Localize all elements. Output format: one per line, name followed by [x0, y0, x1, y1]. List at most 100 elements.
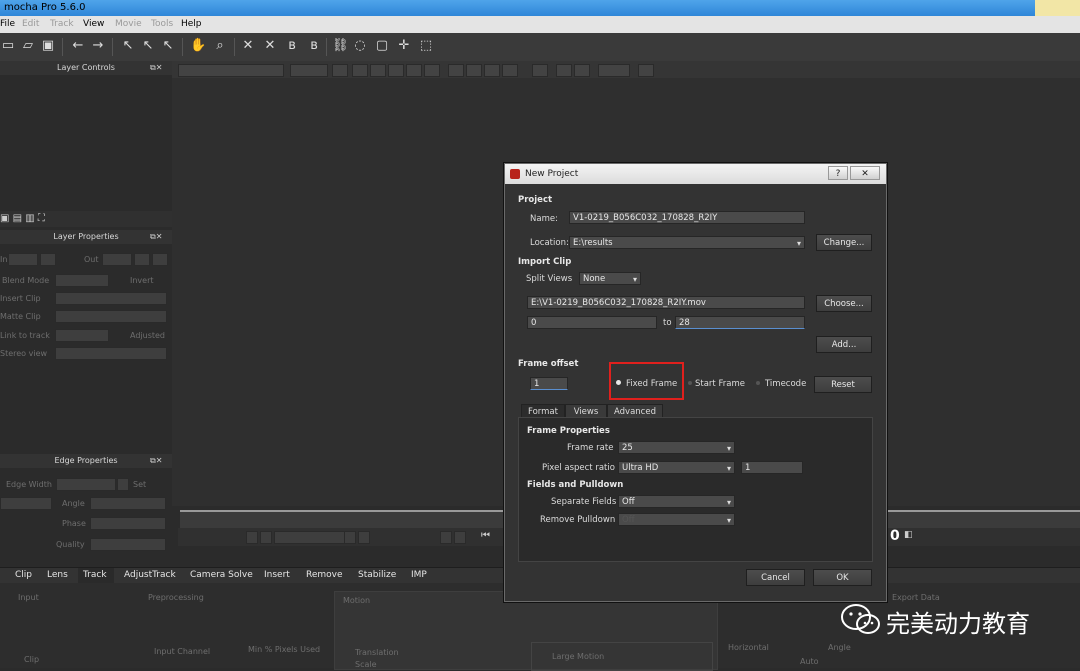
- menu-track[interactable]: Track: [50, 19, 74, 29]
- viewer-tool-9[interactable]: [484, 64, 500, 77]
- new-file-icon[interactable]: ▭: [0, 38, 16, 54]
- viewer-tool-12[interactable]: [556, 64, 572, 77]
- split-views-select[interactable]: None: [579, 272, 641, 286]
- bspline-tool-icon[interactable]: ʙ: [284, 38, 300, 54]
- lasso-icon[interactable]: ◌: [352, 38, 368, 54]
- panel-float-icon[interactable]: ⧉✕: [150, 63, 162, 73]
- redo-arrow-icon[interactable]: →: [90, 38, 106, 54]
- close-button[interactable]: ✕: [850, 166, 880, 180]
- link-to-track-select[interactable]: [55, 329, 109, 342]
- hand-pan-icon[interactable]: ✋: [190, 38, 206, 54]
- view-select[interactable]: [178, 64, 284, 77]
- out-field[interactable]: [102, 253, 132, 266]
- matte-clip-select[interactable]: [55, 310, 167, 323]
- select-pointer-icon[interactable]: ↖: [120, 38, 136, 54]
- choose-button[interactable]: Choose...: [816, 295, 872, 312]
- insert-clip-select[interactable]: [55, 292, 167, 305]
- timecode-label[interactable]: Timecode: [765, 379, 806, 389]
- start-frame-label[interactable]: Start Frame: [695, 379, 745, 389]
- menu-movie[interactable]: Movie: [115, 19, 142, 29]
- viewer-tool-5[interactable]: [406, 64, 422, 77]
- stereo-view-select[interactable]: [55, 347, 167, 360]
- viewer-tool-15[interactable]: [638, 64, 654, 77]
- menu-edit[interactable]: Edit: [22, 19, 39, 29]
- panel-float-icon[interactable]: ⧉✕: [150, 456, 162, 466]
- angle-field[interactable]: [90, 497, 166, 510]
- in-frame-field[interactable]: [274, 531, 346, 544]
- edge-width-field[interactable]: [56, 478, 116, 491]
- jump-start-icon[interactable]: ⏮: [481, 530, 490, 541]
- prev-key-button[interactable]: [440, 531, 452, 544]
- frame-rate-select[interactable]: 25: [618, 441, 735, 455]
- channel-select[interactable]: [290, 64, 328, 77]
- tab-track[interactable]: Track: [83, 570, 107, 580]
- pixel-aspect-input[interactable]: 1: [741, 461, 803, 474]
- start-frame-radio[interactable]: [688, 381, 692, 385]
- viewer-tool-10[interactable]: [502, 64, 518, 77]
- help-button[interactable]: ?: [828, 166, 848, 180]
- out-point-button[interactable]: [260, 531, 272, 544]
- in-set-button[interactable]: [40, 253, 56, 266]
- menu-tools[interactable]: Tools: [151, 19, 173, 29]
- next-key-button[interactable]: [454, 531, 466, 544]
- select-add-icon[interactable]: ↖: [160, 38, 176, 54]
- panel-float-icon[interactable]: ⧉✕: [150, 232, 162, 242]
- tab-remove[interactable]: Remove: [306, 570, 343, 580]
- tab-stabilize[interactable]: Stabilize: [358, 570, 396, 580]
- tab-lens[interactable]: Lens: [47, 570, 68, 580]
- zoom-icon[interactable]: ⌕: [212, 38, 228, 54]
- rect-select-icon[interactable]: ▢: [374, 38, 390, 54]
- tab-imp[interactable]: IMP: [411, 570, 427, 580]
- ok-button[interactable]: OK: [813, 569, 872, 586]
- phase-field[interactable]: [90, 517, 166, 530]
- location-select[interactable]: E:\results: [569, 236, 805, 250]
- edge-mode-field[interactable]: [0, 497, 52, 510]
- edge-width-toggle[interactable]: [117, 478, 129, 491]
- out-set-button[interactable]: [134, 253, 150, 266]
- open-folder-icon[interactable]: ▱: [20, 38, 36, 54]
- viewer-tool-2[interactable]: [352, 64, 368, 77]
- change-button[interactable]: Change...: [816, 234, 872, 251]
- viewer-tool-7[interactable]: [448, 64, 464, 77]
- project-name-input[interactable]: V1-0219_B056C032_170828_R2IY: [569, 211, 805, 224]
- transform-box-icon[interactable]: ⬚: [418, 38, 434, 54]
- link-icon[interactable]: ⛓: [332, 38, 349, 54]
- menu-view[interactable]: View: [83, 19, 104, 29]
- in-field[interactable]: [8, 253, 38, 266]
- separate-fields-select[interactable]: Off: [618, 495, 735, 509]
- frame-offset-input[interactable]: 1: [530, 377, 568, 390]
- tab-advanced[interactable]: Advanced: [607, 404, 663, 418]
- move-cross-icon[interactable]: ✛: [396, 38, 412, 54]
- clip-path-input[interactable]: E:\V1-0219_B056C032_170828_R2IY.mov: [527, 296, 805, 309]
- cancel-button[interactable]: Cancel: [746, 569, 805, 586]
- in-point-button[interactable]: [246, 531, 258, 544]
- viewer-tool-1[interactable]: [332, 64, 348, 77]
- xspline-add-icon[interactable]: ✕: [262, 38, 278, 54]
- tab-camera-solve[interactable]: Camera Solve: [190, 570, 253, 580]
- tab-format[interactable]: Format: [521, 404, 565, 418]
- pixel-aspect-select[interactable]: Ultra HD: [618, 461, 735, 475]
- reset-button[interactable]: Reset: [814, 376, 872, 393]
- audio-icon[interactable]: ◧: [904, 530, 913, 540]
- add-button[interactable]: Add...: [816, 336, 872, 353]
- range-end-input[interactable]: 28: [675, 316, 805, 329]
- out-next-button[interactable]: [152, 253, 168, 266]
- viewer-tool-13[interactable]: [574, 64, 590, 77]
- undo-arrow-icon[interactable]: ←: [70, 38, 86, 54]
- menu-file[interactable]: File: [0, 19, 15, 29]
- tab-insert[interactable]: Insert: [264, 570, 290, 580]
- viewer-tool-11[interactable]: [532, 64, 548, 77]
- tab-views[interactable]: Views: [565, 404, 607, 418]
- blend-mode-select[interactable]: [55, 274, 109, 287]
- select-multi-icon[interactable]: ↖: [140, 38, 156, 54]
- tab-clip[interactable]: Clip: [15, 570, 32, 580]
- timecode-radio[interactable]: [756, 381, 760, 385]
- viewer-tool-14[interactable]: [598, 64, 630, 77]
- viewer-tool-8[interactable]: [466, 64, 482, 77]
- set-in-button[interactable]: [344, 531, 356, 544]
- set-out-button[interactable]: [358, 531, 370, 544]
- layer-action-icons[interactable]: ▣ ▤ ▥ ⛶: [0, 213, 45, 224]
- save-icon[interactable]: ▣: [40, 38, 56, 54]
- menu-help[interactable]: Help: [181, 19, 202, 29]
- viewer-tool-4[interactable]: [388, 64, 404, 77]
